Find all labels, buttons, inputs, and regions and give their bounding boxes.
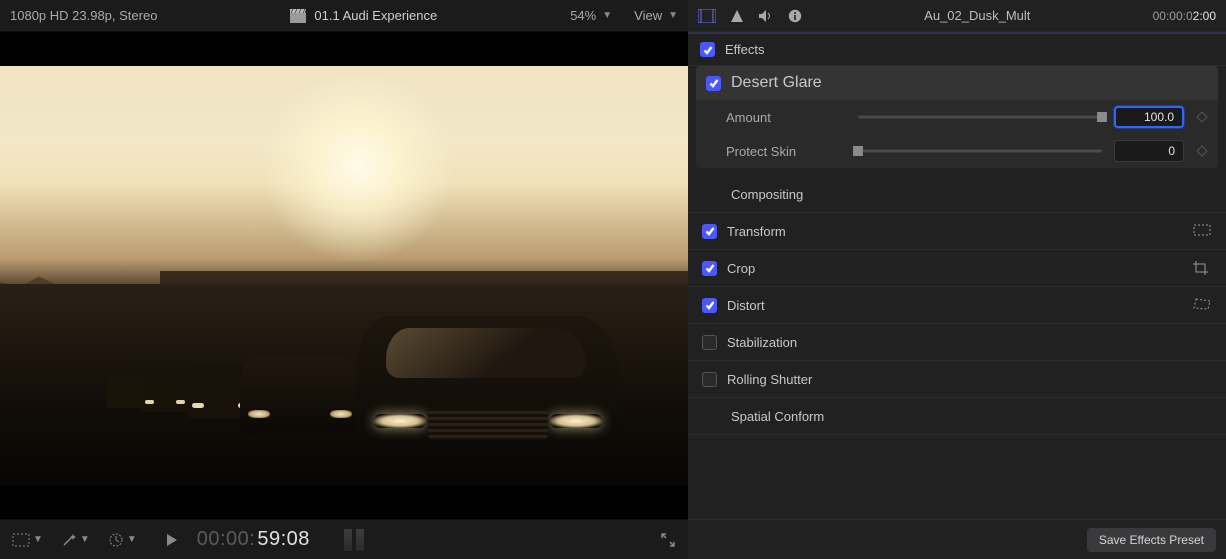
effects-checkbox[interactable]: [700, 42, 715, 57]
section-label: Crop: [727, 261, 1182, 276]
param-protect-skin-row: Protect Skin: [696, 134, 1218, 168]
viewer-pane: 1080p HD 23.98p, Stereo 01.1 Audi Experi…: [0, 0, 688, 559]
distort-icon[interactable]: [1192, 297, 1212, 313]
inspector-timecode: 00:00:02:00: [1153, 9, 1216, 23]
protect-skin-slider[interactable]: [858, 143, 1102, 159]
chevron-down-icon: ▼: [127, 534, 137, 545]
transform-section[interactable]: Transform: [688, 213, 1226, 250]
viewer-topbar: 1080p HD 23.98p, Stereo 01.1 Audi Experi…: [0, 0, 688, 32]
section-label: Spatial Conform: [727, 409, 1182, 424]
zoom-percent: 54%: [570, 8, 596, 23]
chevron-down-icon: ▼: [80, 534, 90, 545]
effect-name: Desert Glare: [731, 74, 822, 92]
crop-checkbox[interactable]: [702, 261, 717, 276]
section-label: Distort: [727, 298, 1182, 313]
clip-title: 01.1 Audi Experience: [314, 8, 437, 23]
viewer-canvas[interactable]: [0, 32, 688, 519]
crop-icon[interactable]: [1192, 260, 1212, 276]
section-label: Rolling Shutter: [727, 372, 1182, 387]
enhance-tool-menu[interactable]: ▼: [61, 532, 90, 548]
param-label: Protect Skin: [726, 144, 846, 159]
save-effects-preset-button[interactable]: Save Effects Preset: [1087, 528, 1216, 552]
effect-enable-checkbox[interactable]: [706, 76, 721, 91]
param-label: Amount: [726, 110, 846, 125]
chevron-down-icon: ▼: [33, 534, 43, 545]
inspector-topbar: Au_02_Dusk_Mult 00:00:02:00: [688, 0, 1226, 32]
section-label: Stabilization: [727, 335, 1182, 350]
clapperboard-icon: [290, 9, 306, 23]
view-label: View: [634, 8, 662, 23]
effects-section-header[interactable]: Effects: [688, 34, 1226, 66]
spatial-conform-section[interactable]: Spatial Conform: [688, 398, 1226, 435]
section-label: Compositing: [727, 187, 1182, 202]
transform-icon[interactable]: [1192, 223, 1212, 239]
chevron-down-icon: ▼: [602, 10, 612, 21]
effect-header[interactable]: Desert Glare: [696, 66, 1218, 100]
crop-section[interactable]: Crop: [688, 250, 1226, 287]
section-label: Transform: [727, 224, 1182, 239]
rolling-shutter-checkbox[interactable]: [702, 372, 717, 387]
retime-tool-menu[interactable]: ▼: [108, 532, 137, 548]
distort-checkbox[interactable]: [702, 298, 717, 313]
param-amount-row: Amount: [696, 100, 1218, 134]
inspector-tab-underline: [688, 32, 1226, 34]
info-inspector-tab[interactable]: [788, 9, 802, 23]
timecode-bright: 59:08: [257, 528, 310, 551]
effects-label: Effects: [725, 42, 765, 57]
transform-checkbox[interactable]: [702, 224, 717, 239]
video-format-label: 1080p HD 23.98p, Stereo: [10, 8, 157, 23]
keyframe-icon[interactable]: [1196, 145, 1208, 157]
stabilization-checkbox[interactable]: [702, 335, 717, 350]
generator-inspector-tab[interactable]: [730, 9, 744, 23]
inspector-clip-name: Au_02_Dusk_Mult: [816, 8, 1139, 23]
amount-slider[interactable]: [858, 109, 1102, 125]
preview-image: [0, 66, 688, 486]
inspector-pane: Au_02_Dusk_Mult 00:00:02:00 Effects Dese…: [688, 0, 1226, 559]
keyframe-icon[interactable]: [1196, 111, 1208, 123]
protect-skin-value-field[interactable]: [1114, 140, 1184, 162]
audio-inspector-tab[interactable]: [758, 9, 774, 23]
transform-tool-menu[interactable]: ▼: [12, 533, 43, 547]
zoom-menu[interactable]: 54% ▼: [570, 8, 612, 23]
stabilization-section[interactable]: Stabilization: [688, 324, 1226, 361]
view-menu[interactable]: View ▼: [634, 8, 678, 23]
compositing-section[interactable]: Compositing: [688, 176, 1226, 213]
distort-section[interactable]: Distort: [688, 287, 1226, 324]
play-button[interactable]: [165, 533, 179, 547]
amount-value-field[interactable]: [1114, 106, 1184, 128]
video-inspector-tab[interactable]: [698, 9, 716, 23]
rolling-shutter-section[interactable]: Rolling Shutter: [688, 361, 1226, 398]
inspector-footer: Save Effects Preset: [688, 519, 1226, 559]
audio-meter: [344, 529, 364, 551]
chevron-down-icon: ▼: [668, 10, 678, 21]
timecode-dim: 00:00:: [197, 528, 256, 551]
viewer-timecode[interactable]: 00:00:59:08: [197, 528, 310, 551]
fullscreen-button[interactable]: [660, 532, 676, 548]
effect-desert-glare: Desert Glare Amount Protect Skin: [696, 66, 1218, 168]
viewer-footer: ▼ ▼ ▼ 00:00:59:08: [0, 519, 688, 559]
